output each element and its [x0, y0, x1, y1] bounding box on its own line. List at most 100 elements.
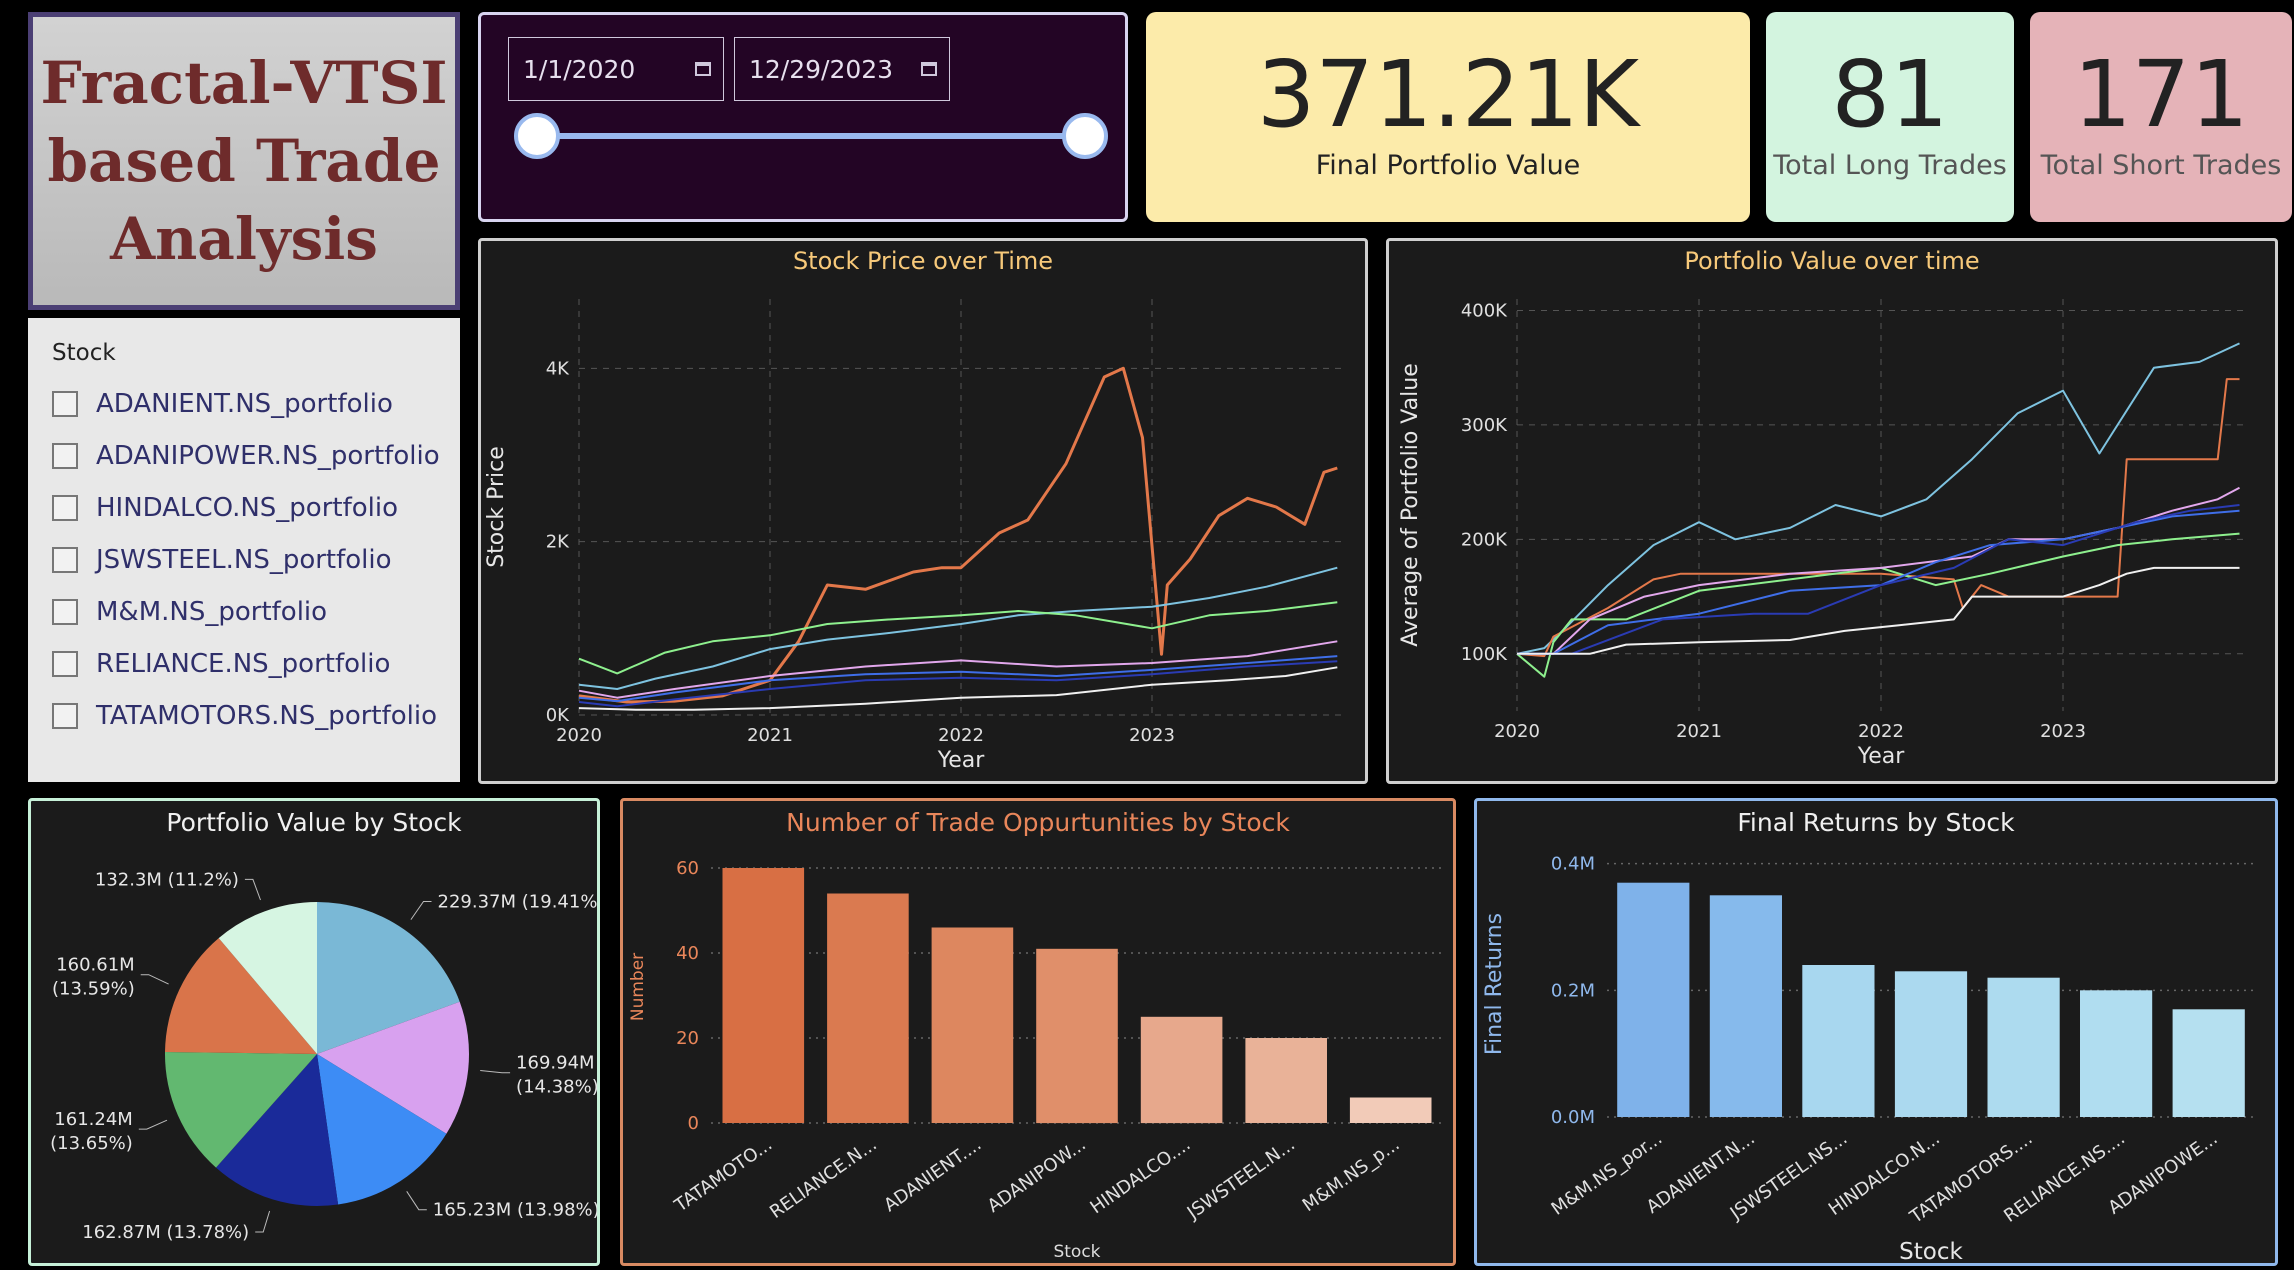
x-axis-label: Year [1857, 744, 1906, 769]
kpi-value: 371.21K [1256, 41, 1640, 148]
y-tick-label: 40 [676, 943, 699, 964]
x-tick-label: JSWSTEEL.N... [1183, 1134, 1299, 1224]
bar [722, 868, 805, 1123]
pie-leader-line [255, 1210, 271, 1233]
date-range-start-handle[interactable] [514, 113, 560, 159]
bar [1140, 1016, 1223, 1124]
x-tick-label: 2023 [2040, 721, 2086, 742]
checkbox[interactable] [52, 547, 78, 573]
checkbox[interactable] [52, 495, 78, 521]
checkbox[interactable] [52, 443, 78, 469]
date-range-end-handle[interactable] [1062, 113, 1108, 159]
pie-data-label: 132.3M (11.2%) [95, 869, 239, 890]
pie-leader-line [410, 901, 432, 920]
x-tick-label: 2023 [1129, 725, 1175, 746]
pie-data-label: 160.61M [56, 955, 135, 976]
checkbox[interactable] [52, 599, 78, 625]
bar [1349, 1097, 1432, 1123]
y-axis-label: Number [628, 953, 648, 1021]
x-tick-label: 2022 [938, 725, 984, 746]
y-tick-label: 0 [688, 1113, 699, 1134]
pie-data-label: (14.38%) [516, 1077, 597, 1098]
dashboard-title-card: Fractal-VTSI based Trade Analysis [28, 12, 460, 310]
portfolio-by-stock-pie[interactable]: Portfolio Value by Stock 229.37M (19.41%)… [28, 798, 600, 1266]
bar [1894, 971, 1968, 1117]
chart-title: Stock Price over Time [793, 247, 1053, 275]
y-axis-label: Stock Price [484, 446, 509, 568]
slicer-item-label: TATAMOTORS.NS_portfolio [96, 701, 438, 731]
stock-price-chart-svg: Stock Price over Time 2020 2021 2022 2023 0K 2… [484, 247, 1343, 773]
y-axis-label: Average of Portfolio Value [1398, 363, 1423, 646]
series-line [1516, 342, 2240, 655]
portfolio-value-chart[interactable]: Portfolio Value over time 2020 2021 2022 202… [1386, 238, 2278, 784]
series-line [1516, 378, 2240, 658]
series-line [578, 601, 1338, 675]
x-axis-label: Stock [1053, 1242, 1100, 1262]
slicer-item-label: ADANIENT.NS_portfolio [96, 389, 393, 419]
pie-leader-line [480, 1070, 511, 1074]
y-tick-label: 20 [676, 1028, 699, 1049]
bar [2080, 990, 2153, 1117]
y-tick-label: 200K [1461, 529, 1508, 550]
slicer-item-adanipower[interactable]: ADANIPOWER.NS_portfolio [52, 436, 440, 476]
calendar-icon[interactable] [695, 62, 711, 76]
y-tick-label: 0.4M [1551, 854, 1595, 875]
slicer-item-adanient[interactable]: ADANIENT.NS_portfolio [52, 384, 393, 424]
slicer-item-label: ADANIPOWER.NS_portfolio [96, 441, 440, 471]
start-date-input[interactable]: 1/1/2020 [508, 37, 724, 101]
slicer-item-tatamotors[interactable]: TATAMOTORS.NS_portfolio [52, 696, 437, 736]
end-date-input[interactable]: 12/29/2023 [734, 37, 950, 101]
pie-data-label: 169.94M [516, 1053, 595, 1074]
x-tick-label: 2020 [556, 725, 602, 746]
x-tick-label: 2021 [747, 725, 793, 746]
checkbox[interactable] [52, 703, 78, 729]
final-returns-chart-svg: Final Returns by Stock0.0M0.2M0.4MM&M.NS… [1482, 808, 2255, 1263]
slicer-item-label: JSWSTEEL.NS_portfolio [96, 545, 392, 575]
y-tick-label: 4K [546, 358, 570, 379]
portfolio-by-stock-pie-svg: Portfolio Value by Stock 229.37M (19.41%)… [50, 808, 597, 1243]
date-range-slicer: 1/1/2020 12/29/2023 [478, 12, 1128, 222]
slicer-header: Stock [52, 340, 116, 366]
slicer-item-reliance[interactable]: RELIANCE.NS_portfolio [52, 644, 390, 684]
slicer-item-hindalco[interactable]: HINDALCO.NS_portfolio [52, 488, 398, 528]
x-tick-label: ADANIENT.... [880, 1134, 985, 1216]
y-tick-label: 2K [546, 532, 570, 553]
portfolio-value-chart-svg: Portfolio Value over time 2020 2021 2022 202… [1398, 247, 2245, 769]
kpi-value: 171 [2073, 41, 2249, 148]
pie-leader-line [244, 878, 261, 901]
bar [1709, 895, 1782, 1117]
x-tick-label: 2021 [1676, 721, 1722, 742]
bar [827, 893, 909, 1123]
chart-title: Portfolio Value by Stock [166, 808, 462, 837]
y-tick-label: 400K [1461, 300, 1508, 321]
bar [1987, 977, 2060, 1117]
checkbox[interactable] [52, 391, 78, 417]
pie-data-label: 229.37M (19.41%) [438, 892, 597, 913]
y-tick-label: 0.0M [1551, 1107, 1595, 1128]
y-tick-label: 100K [1461, 644, 1508, 665]
series-line [1517, 504, 2240, 655]
date-range-track[interactable] [537, 133, 1085, 139]
trade-opportunities-chart-svg: Number of Trade Oppurtunities by Stock 0 2… [628, 808, 1443, 1262]
x-tick-label: TATAMOTO... [670, 1134, 776, 1217]
y-tick-label: 0.2M [1551, 980, 1595, 1001]
chart-title: Portfolio Value over time [1684, 247, 1979, 275]
x-tick-label: 2022 [1858, 721, 1904, 742]
y-tick-label: 0K [546, 705, 570, 726]
slicer-item-jswsteel[interactable]: JSWSTEEL.NS_portfolio [52, 540, 392, 580]
pie-leader-line [138, 1119, 168, 1130]
final-returns-chart[interactable]: Final Returns by Stock 0.0M 0.2M 0.4M M&M.NS… [1474, 798, 2278, 1266]
series-line [578, 666, 1338, 711]
checkbox[interactable] [52, 651, 78, 677]
calendar-icon[interactable] [921, 62, 937, 76]
kpi-total-short-trades: 171 Total Short Trades [2030, 12, 2292, 222]
x-axis-label: Year [937, 748, 986, 773]
trade-opportunities-chart[interactable]: Number of Trade Oppurtunities by Stock 0 2… [620, 798, 1456, 1266]
x-tick-label: ADANIPOW... [984, 1134, 1090, 1217]
slicer-item-mm[interactable]: M&M.NS_portfolio [52, 592, 327, 632]
bar [931, 927, 1014, 1123]
y-axis-label: Final Returns [1482, 913, 1507, 1055]
stock-price-chart[interactable]: Stock Price over Time 2020 2021 2022 2023 0K 2… [478, 238, 1368, 784]
bar [1036, 948, 1118, 1124]
bar [1617, 882, 1690, 1117]
